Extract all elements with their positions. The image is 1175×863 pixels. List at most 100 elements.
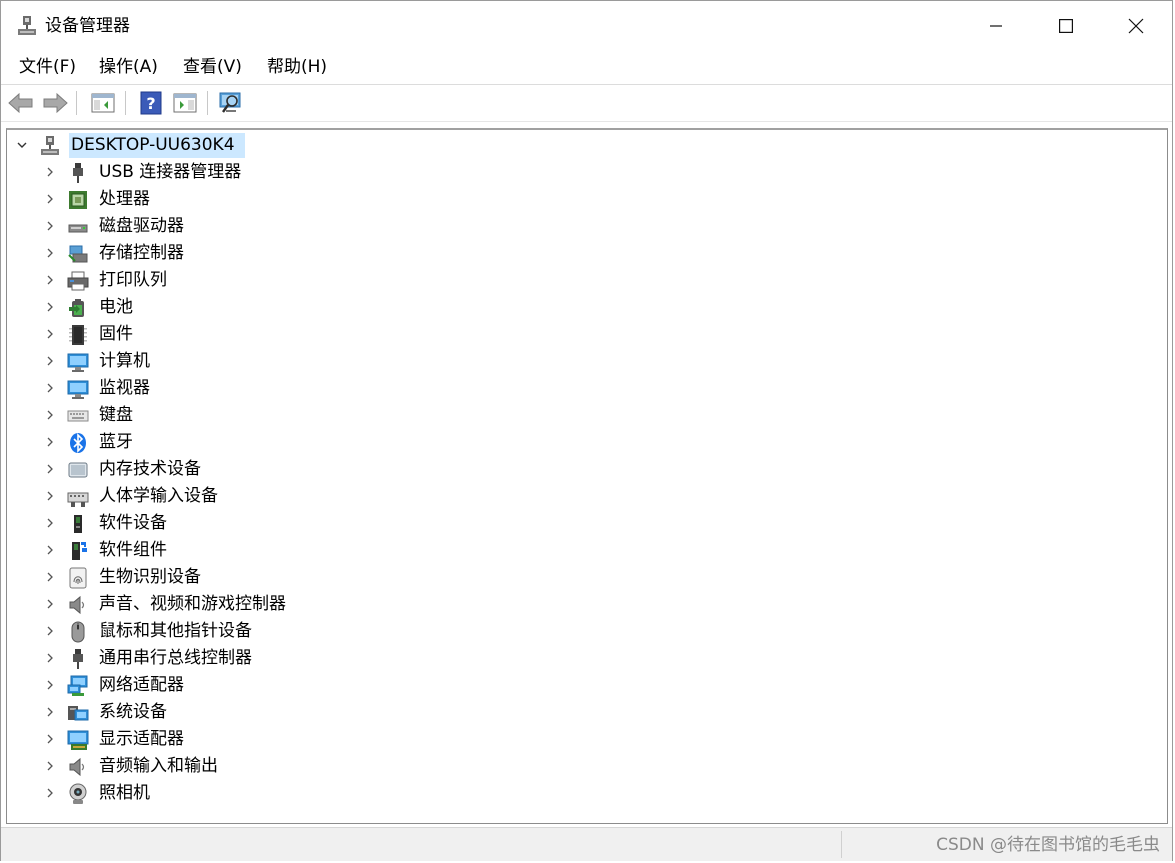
tree-item-label[interactable]: USB 连接器管理器 xyxy=(99,161,241,184)
chevron-right-icon[interactable] xyxy=(43,219,57,233)
chevron-right-icon[interactable] xyxy=(43,381,57,395)
tree-item-label[interactable]: 磁盘驱动器 xyxy=(99,215,184,238)
tree-item[interactable]: 内存技术设备 xyxy=(7,456,1167,483)
tree-item-label[interactable]: 照相机 xyxy=(99,782,150,805)
title-bar[interactable]: 设备管理器 xyxy=(1,1,1172,51)
watermark-text: CSDN @待在图书馆的毛毛虫 xyxy=(936,835,1160,855)
tree-item[interactable]: 显示适配器 xyxy=(7,726,1167,753)
tree-item[interactable]: 照相机 xyxy=(7,780,1167,807)
scan-hardware-button[interactable] xyxy=(217,89,245,117)
toolbar-separator xyxy=(125,91,126,115)
tree-item-label[interactable]: 电池 xyxy=(99,296,133,319)
tree-item-label[interactable]: 声音、视频和游戏控制器 xyxy=(99,593,286,616)
tree-item[interactable]: 固件 xyxy=(7,321,1167,348)
tree-item-label[interactable]: 键盘 xyxy=(99,404,133,427)
menu-view[interactable]: 查看(V) xyxy=(181,55,244,79)
tree-item-label[interactable]: 软件组件 xyxy=(99,539,167,562)
chevron-right-icon[interactable] xyxy=(43,192,57,206)
tree-item[interactable]: 计算机 xyxy=(7,348,1167,375)
chevron-right-icon[interactable] xyxy=(43,165,57,179)
tree-item-label[interactable]: 系统设备 xyxy=(99,701,167,724)
chevron-right-icon[interactable] xyxy=(43,543,57,557)
chevron-down-icon[interactable] xyxy=(15,138,29,152)
chevron-right-icon[interactable] xyxy=(43,516,57,530)
tree-item[interactable]: 系统设备 xyxy=(7,699,1167,726)
menu-help[interactable]: 帮助(H) xyxy=(265,55,329,79)
chevron-right-icon[interactable] xyxy=(43,273,57,287)
menu-file[interactable]: 文件(F) xyxy=(17,55,78,79)
tree-item[interactable]: 打印队列 xyxy=(7,267,1167,294)
tree-item[interactable]: USB 连接器管理器 xyxy=(7,159,1167,186)
tree-item-label[interactable]: 处理器 xyxy=(99,188,150,211)
tree-item[interactable]: 磁盘驱动器 xyxy=(7,213,1167,240)
chevron-right-icon[interactable] xyxy=(43,651,57,665)
tree-item-label[interactable]: 固件 xyxy=(99,323,133,346)
chevron-right-icon[interactable] xyxy=(43,705,57,719)
device-tree[interactable]: DESKTOP-UU630K4 USB 连接器管理器 处理器磁盘驱动器存储控制器打… xyxy=(6,128,1168,824)
action-pane-button[interactable] xyxy=(171,89,199,117)
chevron-right-icon[interactable] xyxy=(43,327,57,341)
tree-item-label[interactable]: 计算机 xyxy=(99,350,150,373)
chevron-right-icon[interactable] xyxy=(43,597,57,611)
maximize-button[interactable] xyxy=(1031,1,1101,51)
minimize-button[interactable] xyxy=(961,1,1031,51)
tree-item[interactable]: 声音、视频和游戏控制器 xyxy=(7,591,1167,618)
chevron-right-icon[interactable] xyxy=(43,678,57,692)
chevron-right-icon[interactable] xyxy=(43,570,57,584)
storage-controller-icon xyxy=(68,245,88,263)
tree-item-label[interactable]: 音频输入和输出 xyxy=(99,755,218,778)
chevron-right-icon[interactable] xyxy=(43,246,57,260)
tree-item[interactable]: 鼠标和其他指针设备 xyxy=(7,618,1167,645)
show-hide-console-tree-button[interactable] xyxy=(89,89,117,117)
bluetooth-icon xyxy=(70,433,86,453)
help-question-icon: ? xyxy=(140,91,162,115)
tree-item-label[interactable]: 蓝牙 xyxy=(99,431,133,454)
tree-item-label[interactable]: 生物识别设备 xyxy=(99,566,201,589)
tree-root-row[interactable]: DESKTOP-UU630K4 xyxy=(7,132,1167,159)
tree-item-label[interactable]: 通用串行总线控制器 xyxy=(99,647,252,670)
menu-action[interactable]: 操作(A) xyxy=(97,55,160,79)
tree-item[interactable]: 生物识别设备 xyxy=(7,564,1167,591)
tree-item-label[interactable]: 鼠标和其他指针设备 xyxy=(99,620,252,643)
tree-item[interactable]: 蓝牙 xyxy=(7,429,1167,456)
device-manager-window: 设备管理器 文件(F) 操作(A) 查看(V) 帮助(H) ? DESKTOP-… xyxy=(0,0,1173,861)
tree-item[interactable]: 软件设备 xyxy=(7,510,1167,537)
tree-item[interactable]: 音频输入和输出 xyxy=(7,753,1167,780)
tree-item[interactable]: 电池 xyxy=(7,294,1167,321)
tree-item-label[interactable]: 软件设备 xyxy=(99,512,167,535)
tree-item-label[interactable]: 网络适配器 xyxy=(99,674,184,697)
chevron-right-icon[interactable] xyxy=(43,732,57,746)
tree-item[interactable]: 监视器 xyxy=(7,375,1167,402)
chevron-right-icon[interactable] xyxy=(43,408,57,422)
tree-item-label[interactable]: 打印队列 xyxy=(99,269,167,292)
keyboard-icon xyxy=(67,410,89,422)
chevron-right-icon[interactable] xyxy=(43,759,57,773)
forward-button[interactable] xyxy=(41,89,69,117)
tree-item-label[interactable]: 人体学输入设备 xyxy=(99,485,218,508)
help-button[interactable]: ? xyxy=(137,89,165,117)
tree-item-label[interactable]: 监视器 xyxy=(99,377,150,400)
tree-item[interactable]: 处理器 xyxy=(7,186,1167,213)
chevron-right-icon[interactable] xyxy=(43,624,57,638)
action-pane-icon xyxy=(173,93,197,113)
tree-item[interactable]: 键盘 xyxy=(7,402,1167,429)
close-button[interactable] xyxy=(1101,1,1171,51)
tree-item-label[interactable]: 显示适配器 xyxy=(99,728,184,751)
chevron-right-icon[interactable] xyxy=(43,354,57,368)
tree-item[interactable]: 软件组件 xyxy=(7,537,1167,564)
tree-item-label[interactable]: 内存技术设备 xyxy=(99,458,201,481)
hid-icon xyxy=(67,492,89,507)
chevron-right-icon[interactable] xyxy=(43,786,57,800)
tree-item-label[interactable]: 存储控制器 xyxy=(99,242,184,265)
back-button[interactable] xyxy=(7,89,35,117)
tree-item[interactable]: 人体学输入设备 xyxy=(7,483,1167,510)
chevron-right-icon[interactable] xyxy=(43,489,57,503)
close-icon xyxy=(1128,18,1144,34)
chevron-right-icon[interactable] xyxy=(43,435,57,449)
chevron-right-icon[interactable] xyxy=(43,300,57,314)
chevron-right-icon[interactable] xyxy=(43,462,57,476)
tree-item[interactable]: 存储控制器 xyxy=(7,240,1167,267)
tree-item[interactable]: 网络适配器 xyxy=(7,672,1167,699)
tree-item[interactable]: 通用串行总线控制器 xyxy=(7,645,1167,672)
tree-root-label[interactable]: DESKTOP-UU630K4 xyxy=(71,134,235,157)
